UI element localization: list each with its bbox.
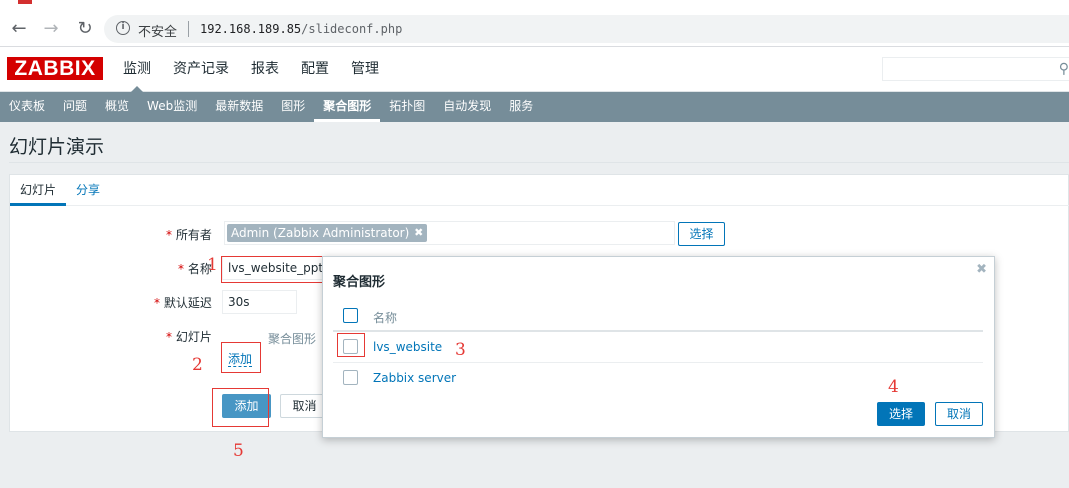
owner-field[interactable]: Admin (Zabbix Administrator) ✖ — [224, 221, 675, 245]
owner-chip: Admin (Zabbix Administrator) ✖ — [227, 224, 428, 242]
browser-toolbar: ← → ↻ i 不安全 192.168.189.85/slideconf.php — [0, 10, 1069, 47]
arrow-right-icon[interactable]: → — [40, 18, 62, 40]
sub-menu-services[interactable]: 服务 — [500, 92, 542, 122]
dialog-title: 聚合图形 — [333, 275, 386, 290]
screens-table: 名称 lvs_website Zabbix server — [333, 301, 983, 394]
close-icon[interactable]: ✖ — [976, 262, 987, 277]
owner-label-text: 所有者 — [175, 228, 212, 242]
address-separator — [188, 21, 189, 37]
main-menu: 监测 资产记录 报表 配置 管理 — [112, 47, 390, 92]
annotation-number-1: 1 — [207, 255, 218, 275]
annotation-box-add-link — [221, 342, 261, 373]
required-mark: * — [166, 228, 172, 242]
sub-menu: 仪表板 问题 概览 Web监测 最新数据 图形 聚合图形 拓扑图 自动发现 服务 — [0, 92, 1069, 122]
table-row: Zabbix server — [333, 363, 983, 394]
tab-favicon-icon — [18, 0, 32, 4]
sub-menu-discovery[interactable]: 自动发现 — [434, 92, 500, 122]
close-icon[interactable]: ✖ — [414, 224, 423, 242]
delay-label: * 默认延迟 — [154, 294, 212, 311]
select-all-checkbox[interactable] — [343, 308, 358, 323]
table-row: lvs_website — [333, 332, 983, 363]
tab-share[interactable]: 分享 — [66, 175, 110, 206]
info-icon[interactable]: i — [116, 21, 130, 35]
annotation-number-4: 4 — [888, 377, 899, 397]
annotation-box-name — [221, 256, 323, 283]
dialog-select-button[interactable]: 选择 — [877, 402, 925, 426]
select-owner-button[interactable]: 选择 — [678, 222, 725, 246]
sub-menu-overview[interactable]: 概览 — [96, 92, 138, 122]
owner-label: * 所有者 — [166, 226, 212, 243]
address-bar[interactable]: i 不安全 192.168.189.85/slideconf.php — [104, 15, 1069, 43]
sub-menu-web[interactable]: Web监测 — [138, 92, 206, 122]
url-text[interactable]: 192.168.189.85/slideconf.php — [200, 22, 402, 36]
slides-label: * 幻灯片 — [166, 328, 212, 345]
screen-link-lvs-website[interactable]: lvs_website — [373, 340, 442, 354]
annotation-number-2: 2 — [192, 355, 203, 375]
slides-column-header: 聚合图形 — [268, 332, 317, 346]
sub-menu-latest-data[interactable]: 最新数据 — [206, 92, 272, 122]
required-mark: * — [154, 296, 160, 310]
sub-menu-graphs[interactable]: 图形 — [272, 92, 314, 122]
url-path: /slideconf.php — [301, 22, 403, 36]
required-mark: * — [178, 262, 184, 276]
delay-input[interactable]: 30s — [222, 290, 297, 314]
table-header-row: 名称 — [333, 301, 983, 332]
slides-label-text: 幻灯片 — [175, 330, 212, 344]
main-menu-reports[interactable]: 报表 — [240, 47, 290, 92]
annotation-box-add-button — [212, 388, 269, 427]
url-host: 192.168.189.85 — [200, 22, 302, 36]
zabbix-logo[interactable]: ZABBIX — [7, 57, 103, 80]
annotation-number-5: 5 — [233, 441, 244, 461]
security-status[interactable]: 不安全 — [138, 21, 177, 40]
search-input[interactable]: ⚲ — [882, 57, 1069, 81]
screens-picker-dialog: 聚合图形 ✖ 名称 lvs_website Zabbix server 选择 取… — [322, 256, 995, 438]
sub-menu-maps[interactable]: 拓扑图 — [380, 92, 434, 122]
main-menu-inventory[interactable]: 资产记录 — [162, 47, 240, 92]
column-header-name: 名称 — [373, 311, 398, 325]
tab-slides[interactable]: 幻灯片 — [10, 175, 67, 206]
title-divider — [9, 162, 1069, 163]
required-mark: * — [166, 330, 172, 344]
main-menu-configuration[interactable]: 配置 — [290, 47, 340, 92]
app-header: ZABBIX 监测 资产记录 报表 配置 管理 ⚲ — [0, 47, 1069, 92]
row-checkbox-zabbix-server[interactable] — [343, 370, 358, 385]
owner-chip-label: Admin (Zabbix Administrator) — [231, 226, 410, 240]
annotation-box-checkbox — [337, 333, 365, 357]
sub-menu-dashboard[interactable]: 仪表板 — [0, 92, 54, 122]
page-title: 幻灯片演示 — [9, 136, 105, 158]
dialog-cancel-button[interactable]: 取消 — [935, 402, 983, 426]
form-tabs: 幻灯片 分享 — [10, 175, 1069, 206]
arrow-left-icon[interactable]: ← — [8, 18, 30, 40]
annotation-number-3: 3 — [455, 340, 466, 360]
main-menu-administration[interactable]: 管理 — [340, 47, 390, 92]
delay-label-text: 默认延迟 — [163, 296, 212, 310]
browser-tab[interactable] — [0, 0, 1069, 10]
reload-icon[interactable]: ↻ — [74, 18, 96, 40]
sub-menu-screens[interactable]: 聚合图形 — [314, 92, 381, 122]
search-icon[interactable]: ⚲ — [1059, 61, 1069, 77]
screen-link-zabbix-server[interactable]: Zabbix server — [373, 371, 456, 385]
sub-menu-problems[interactable]: 问题 — [54, 92, 96, 122]
